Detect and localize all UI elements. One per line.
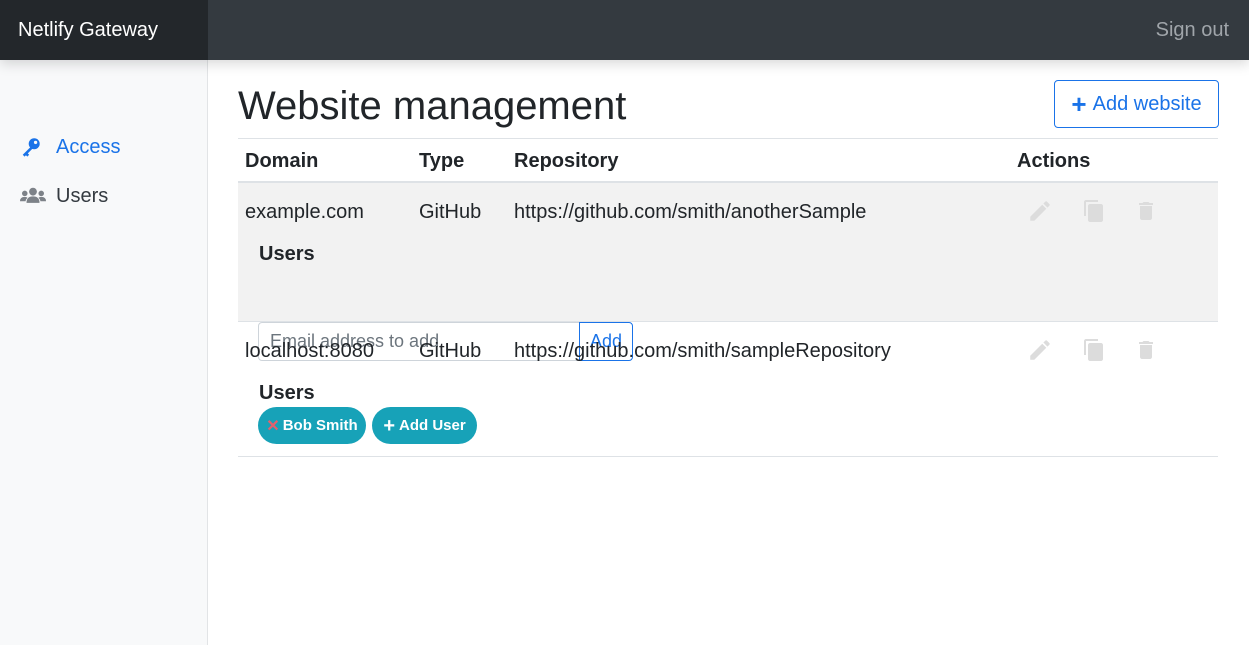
user-badge[interactable]: ✕ Bob Smith: [258, 407, 366, 444]
sidebar-item-users[interactable]: Users: [20, 181, 108, 211]
user-badge-label: Bob Smith: [282, 417, 358, 434]
sidebar-item-label: Access: [56, 135, 121, 158]
users-label: Users: [259, 243, 315, 265]
column-header-actions: Actions: [1017, 150, 1091, 172]
column-header-type: Type: [419, 150, 465, 172]
sidebar: Access Users: [0, 60, 208, 645]
websites-table: Domain Type Repository Actions example.c…: [238, 138, 1218, 457]
domain-cell: localhost:8080: [245, 340, 374, 362]
repository-cell: https://github.com/smith/sampleRepositor…: [514, 340, 891, 362]
trash-icon[interactable]: [1132, 197, 1160, 225]
column-header-domain: Domain: [245, 150, 319, 172]
top-navbar: Netlify Gateway Sign out: [0, 0, 1249, 60]
key-icon: [20, 136, 46, 158]
column-header-repository: Repository: [514, 150, 619, 172]
sign-out-link[interactable]: Sign out: [1156, 0, 1229, 60]
plus-icon: +: [1071, 89, 1087, 119]
type-cell: GitHub: [419, 201, 482, 223]
table-row: localhost:8080 GitHub https://github.com…: [238, 322, 1218, 457]
users-label: Users: [259, 382, 315, 404]
trash-icon[interactable]: [1132, 336, 1160, 364]
users-icon: [20, 185, 46, 207]
domain-cell: example.com: [245, 201, 364, 223]
table-header: Domain Type Repository Actions: [238, 138, 1218, 183]
table-row: example.com GitHub https://github.com/sm…: [238, 183, 1218, 361]
edit-icon[interactable]: [1026, 336, 1054, 364]
copy-icon[interactable]: [1080, 197, 1108, 225]
brand-title[interactable]: Netlify Gateway: [0, 0, 208, 60]
add-user-label: Add User: [399, 417, 466, 434]
add-website-label: Add website: [1092, 92, 1202, 115]
copy-icon[interactable]: [1080, 336, 1108, 364]
type-cell: GitHub: [419, 340, 482, 362]
plus-icon: +: [383, 414, 395, 437]
sidebar-item-access[interactable]: Access: [20, 132, 120, 162]
remove-user-icon[interactable]: ✕: [266, 416, 279, 436]
edit-icon[interactable]: [1026, 197, 1054, 225]
add-user-button[interactable]: + Add User: [372, 407, 477, 444]
repository-cell: https://github.com/smith/anotherSample: [514, 201, 867, 223]
page-title: Website management: [238, 84, 627, 128]
add-website-button[interactable]: + Add website: [1054, 80, 1219, 128]
sidebar-item-label: Users: [56, 184, 109, 207]
